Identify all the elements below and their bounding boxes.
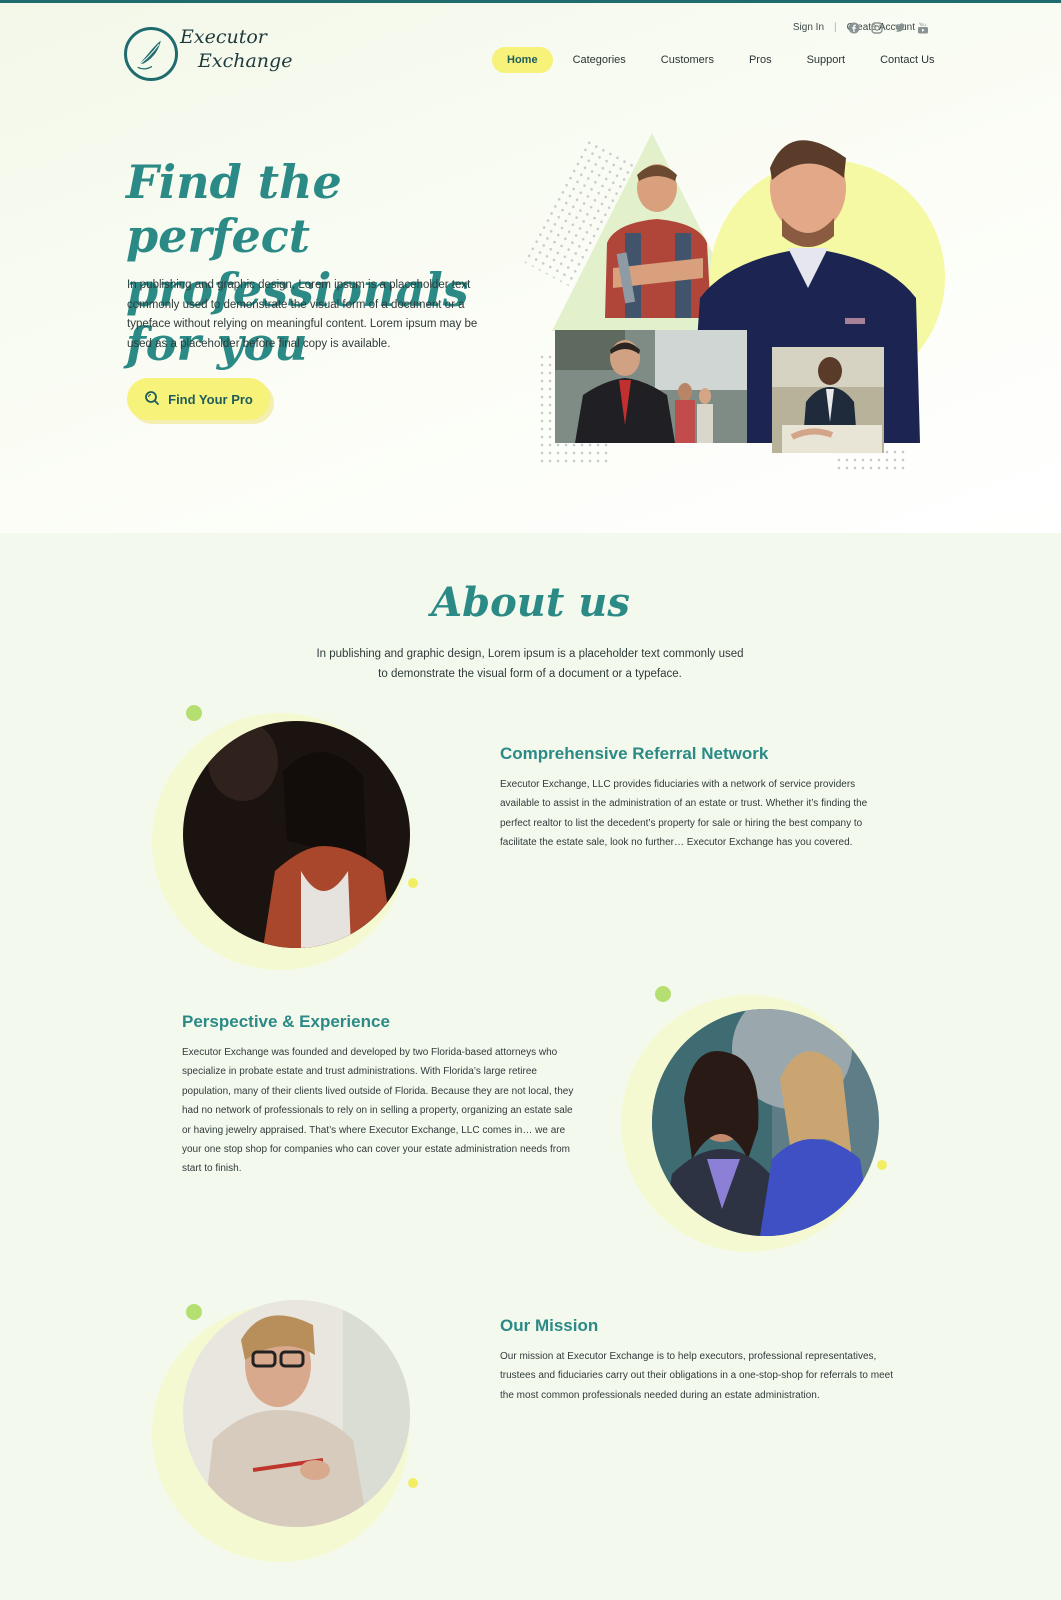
utility-separator: | bbox=[834, 22, 837, 33]
feature-title-perspective: Perspective & Experience bbox=[182, 1012, 390, 1031]
decor-green-dot bbox=[655, 986, 671, 1002]
realtor-photo bbox=[555, 330, 747, 443]
youtube-icon[interactable]: You bbox=[917, 21, 929, 34]
decor-green-dot bbox=[186, 705, 202, 721]
feature-title-mission: Our Mission bbox=[500, 1316, 599, 1335]
about-title: About us bbox=[431, 579, 630, 626]
brand-line-2: Exchange bbox=[198, 50, 293, 72]
find-your-pro-button[interactable]: Find Your Pro bbox=[127, 378, 270, 420]
brand-logo[interactable]: Executor Exchange bbox=[124, 25, 299, 85]
sign-in-link[interactable]: Sign In bbox=[793, 22, 824, 33]
decor-yellow-dot bbox=[408, 878, 418, 888]
two-founders-portrait bbox=[652, 1009, 879, 1236]
nav-support[interactable]: Support bbox=[792, 47, 861, 73]
feature-text-perspective: Executor Exchange was founded and develo… bbox=[182, 1047, 574, 1175]
woman-glasses-portrait bbox=[183, 1300, 410, 1527]
about-description: In publishing and graphic design, Lorem … bbox=[316, 648, 744, 680]
decor-green-dot bbox=[186, 1304, 202, 1320]
feature-text-referral-network: Executor Exchange, LLC provides fiduciar… bbox=[500, 779, 868, 849]
brand-line-1: Executor bbox=[180, 26, 267, 48]
about-section: About us In publishing and graphic desig… bbox=[0, 533, 1061, 1600]
decor-yellow-dot bbox=[408, 1478, 418, 1488]
nav-contact-us[interactable]: Contact Us bbox=[865, 47, 949, 73]
nav-categories[interactable]: Categories bbox=[558, 47, 641, 73]
search-icon bbox=[144, 390, 160, 409]
find-your-pro-label: Find Your Pro bbox=[168, 391, 253, 407]
facebook-icon[interactable] bbox=[848, 21, 860, 34]
woman-laptop-portrait bbox=[183, 721, 410, 948]
svg-text:You: You bbox=[918, 22, 926, 27]
nav-home[interactable]: Home bbox=[492, 47, 553, 73]
hero-section: Executor Exchange Sign In | Create Accou… bbox=[0, 3, 1061, 533]
nav-customers[interactable]: Customers bbox=[646, 47, 729, 73]
twitter-icon[interactable] bbox=[894, 21, 906, 33]
feature-text-mission: Our mission at Executor Exchange is to h… bbox=[500, 1351, 893, 1401]
decor-yellow-dot bbox=[877, 1160, 887, 1170]
business-meeting-photo bbox=[772, 347, 884, 453]
quill-icon bbox=[124, 27, 178, 81]
nav-pros[interactable]: Pros bbox=[734, 47, 787, 73]
feature-title-referral-network: Comprehensive Referral Network bbox=[500, 744, 769, 763]
instagram-icon[interactable] bbox=[871, 21, 883, 34]
hero-description: In publishing and graphic design, Lorem … bbox=[127, 279, 478, 350]
main-nav: Home Categories Customers Pros Support C… bbox=[492, 47, 955, 73]
hero-photo-collage bbox=[521, 118, 950, 478]
social-links: You bbox=[848, 21, 929, 34]
brand-wordmark: Executor Exchange bbox=[180, 25, 300, 85]
